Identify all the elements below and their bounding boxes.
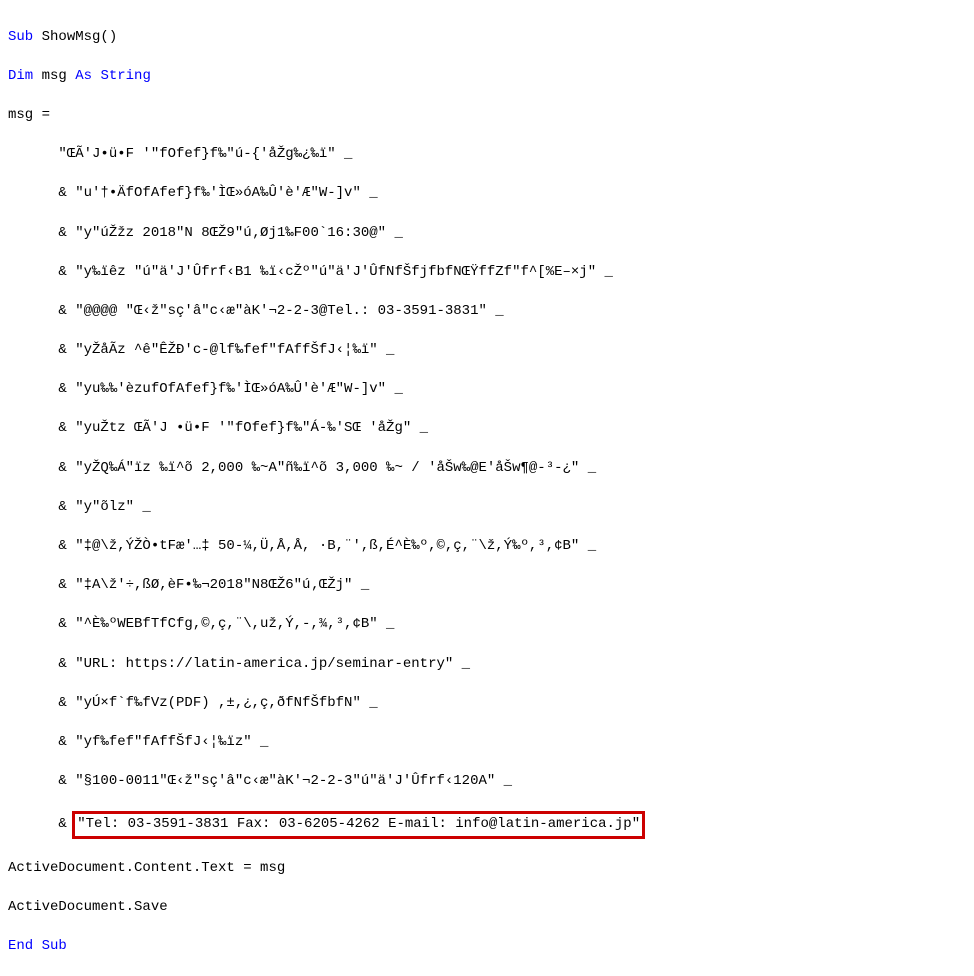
code-line-22: ActiveDocument.Content.Text = msg	[8, 859, 966, 879]
line21-prefix: &	[8, 816, 75, 832]
keyword-dim: Dim	[8, 68, 33, 84]
code-line-1: Sub ShowMsg()	[8, 28, 966, 48]
code-line-19: & "yf‰fef"fAffŠfJ‹¦‰ïz" _	[8, 733, 966, 753]
code-line-8: & "@@@@ "Œ‹ž"sç'â"c‹æ"àK'¬2-2-3@Tel.: 03…	[8, 302, 966, 322]
code-editor: Sub ShowMsg() Dim msg As String msg = "Œ…	[8, 8, 966, 976]
code-line-20: & "§100-0011"Œ‹ž"sç'â"c‹æ"àK'¬2-2-3"ú"ä'…	[8, 772, 966, 792]
code-line-16: & "^È‰ºWEBfTfCfg,©,ç,¨\,už,Ý,-,¾,³,¢B" _	[8, 615, 966, 635]
code-line-12: & "yŽQ‰Á"ïz ‰ï^õ 2,000 ‰~A"ñ‰ï^õ 3,000 ‰…	[8, 459, 966, 479]
highlighted-contact-info: "Tel: 03-3591-3831 Fax: 03-6205-4262 E-m…	[72, 811, 645, 839]
code-line-17: & "URL: https://latin-america.jp/seminar…	[8, 655, 966, 675]
code-line-9: & "yŽåÃz ^ê"ÊŽÐ'c-@lf‰fef"fAffŠfJ‹¦‰ï" _	[8, 341, 966, 361]
sub-name: ShowMsg()	[33, 29, 117, 45]
code-line-7: & "y‰ïêz "ú"ä'J'Ûfrf‹B1 ‰ï‹cŽº"ú"ä'J'ÛfN…	[8, 263, 966, 283]
keyword-end-sub: End Sub	[8, 938, 67, 954]
code-line-21: & "Tel: 03-3591-3831 Fax: 03-6205-4262 E…	[8, 811, 966, 839]
code-line-5: & "u'†•ÄfOfAfef}f‰'ÌŒ»óA‰Û'è'Æ"W-]v" _	[8, 184, 966, 204]
code-line-13: & "y"õlz" _	[8, 498, 966, 518]
code-line-23: ActiveDocument.Save	[8, 898, 966, 918]
code-line-2: Dim msg As String	[8, 67, 966, 87]
code-line-4: "ŒÃ'J•ü•F '"fOfef}f‰"ú-{'åŽg‰¿‰ï" _	[8, 145, 966, 165]
code-line-14: & "‡@\ž,ÝŽÒ•tFæ'…‡ 50-¼,Ü,Å,Å, ·B,¨',ß,É…	[8, 537, 966, 557]
code-line-10: & "yu‰‰'èzufOfAfef}f‰'ÌŒ»óA‰Û'è'Æ"W-]v" …	[8, 380, 966, 400]
code-line-11: & "yuŽtz ŒÃ'J •ü•F '"fOfef}f‰"Á-‰'SŒ 'åŽ…	[8, 419, 966, 439]
code-line-6: & "y"úŽžz 2018"N 8ŒŽ9"ú‚Øj1‰F00`16:30@" …	[8, 224, 966, 244]
keyword-sub: Sub	[8, 29, 33, 45]
code-line-15: & "‡A\ž'÷,ßØ,èF•‰¬2018"N8ŒŽ6"ú‚ŒŽj" _	[8, 576, 966, 596]
code-line-18: & "yÚ×f`f‰fVz(PDF) ,±,¿,ç,ðfNfŠfbfN" _	[8, 694, 966, 714]
code-line-24: End Sub	[8, 937, 966, 957]
code-line-3: msg =	[8, 106, 966, 126]
keyword-as-string: As String	[75, 68, 151, 84]
var-name: msg	[33, 68, 75, 84]
